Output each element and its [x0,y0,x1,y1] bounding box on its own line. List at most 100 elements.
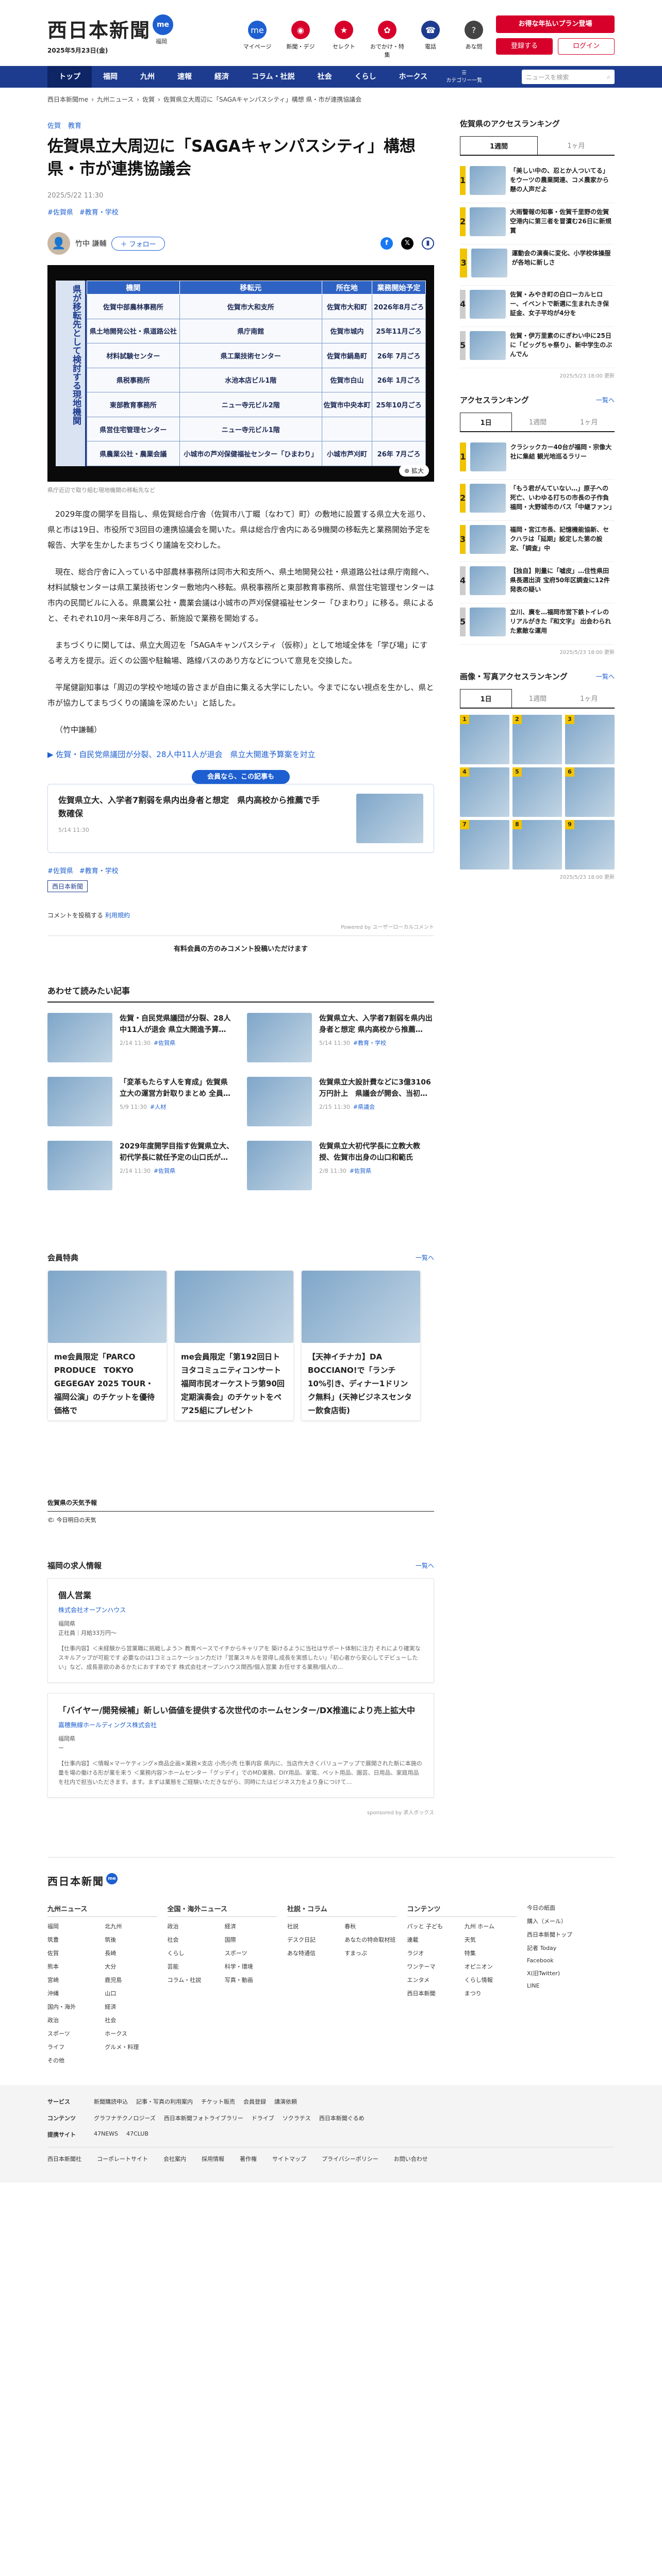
category-menu[interactable]: ☰ カテゴリー一覧 [446,70,482,84]
footer-link[interactable]: オピニオン [465,1962,517,1971]
footer-link[interactable]: 国内・海外 [47,2003,100,2011]
jobs-more-link[interactable]: 一覧へ [416,1561,434,1570]
job-card[interactable]: 個人営業 株式会社オープンハウス 福岡県 正社員｜月給33万円〜 【仕事内容】＜未経験か… [47,1578,434,1683]
article-image[interactable]: 県が移転先として検討する現地機関 機関 移転元 所在地 業務開始予定 佐賀中部農林事務… [47,265,434,482]
footer-bottom-link[interactable]: お問い合わせ [394,2155,428,2163]
footer-link[interactable]: パッと 子ども [407,1922,459,1930]
register-button[interactable]: 登録する [496,38,553,55]
footer-row-link[interactable]: 西日本新聞フォトライブラリー [164,2114,243,2122]
ranking-item[interactable]: 5 立川、廣を…福岡市営下鉄トイレのリアルがきた『和文字』 出会わられた素敵な運用 [460,603,615,645]
header-icon-item[interactable]: ★ セレクト [325,21,363,59]
footer-link[interactable]: 経済 [225,1922,277,1930]
footer-link[interactable]: エンタメ [407,1976,459,1984]
footer-row-link[interactable]: チケット販売 [201,2097,235,2106]
expand-button[interactable]: ⊕ 拡大 [399,465,429,477]
also-read-item[interactable]: 佐賀・自民党県議団が分裂、28人中11人が退会 県立大開進予算… 2/14 11:… [47,1013,235,1062]
footer-link[interactable]: 社説 [287,1922,339,1930]
ranking-tab[interactable]: 1ヶ月 [538,136,615,155]
footer-bottom-link[interactable]: 会社案内 [163,2155,186,2163]
breadcrumb-item[interactable]: 九州ニュース [97,96,134,103]
post-tag[interactable]: #教育・学校 [79,209,119,217]
footer-link[interactable]: ホークス [105,2029,157,2038]
author-avatar[interactable]: 👤 [47,232,70,255]
footer-row-link[interactable]: ドライブ [252,2114,274,2122]
follow-button[interactable]: ＋ フォロー [111,236,165,251]
footer-link[interactable]: 社会 [168,1935,220,1944]
footer-tag[interactable]: #教育・学校 [79,867,119,875]
plan-cta-button[interactable]: お得な年払いプラン登場 [496,15,615,33]
footer-bottom-link[interactable]: 西日本新聞社 [47,2155,81,2163]
facebook-icon[interactable]: f [380,237,393,250]
footer-link[interactable]: その他 [47,2056,100,2064]
header-icon-item[interactable]: ? あな問 [455,21,493,59]
footer-link[interactable]: 佐賀 [47,1949,100,1957]
post-tag[interactable]: #佐賀県 [47,209,73,217]
image-more-link[interactable]: 一覧へ [596,672,615,681]
also-read-tag[interactable]: #佐賀県 [154,1168,175,1174]
perk-card[interactable]: me会員限定「PARCO PRODUCE TOKYO GEGEGAY 2025 … [47,1270,167,1421]
footer-side-link[interactable]: 記者 Today [527,1944,615,1952]
footer-side-link[interactable]: 購入（メール） [527,1917,615,1925]
footer-link[interactable]: 筑後 [105,1935,157,1944]
category-tag[interactable]: 佐賀 [47,122,61,130]
site-logo[interactable]: 西日本新聞 me 2025年5月23日(金) [47,14,174,55]
footer-link[interactable]: すまっぷ [344,1949,396,1957]
footer-link[interactable]: 春秋 [344,1922,396,1930]
footer-tag[interactable]: #佐賀県 [47,867,73,875]
access-more-link[interactable]: 一覧へ [596,396,615,404]
perk-card[interactable]: me会員限定「第192回日トヨタコミュニティコンサート 福岡市民オーケストラ第9… [174,1270,294,1421]
also-read-tag[interactable]: #佐賀県 [350,1168,371,1174]
ranking-item[interactable]: 3 福岡・宮江市長、記憶機能協新、セクハラは「延期」設定した第の設定、「調査」中 [460,521,615,562]
footer-link[interactable]: 経済 [105,2003,157,2011]
image-ranking-item[interactable]: 9 [565,820,615,869]
footer-bottom-link[interactable]: プライバシーポリシー [322,2155,378,2163]
image-ranking-item[interactable]: 3 [565,715,615,764]
footer-link[interactable]: 山口 [105,1989,157,1997]
footer-bottom-link[interactable]: サイトマップ [272,2155,306,2163]
ranking-tab[interactable]: 1ヶ月 [564,689,615,708]
nav-item[interactable]: コラム・社説 [240,66,306,88]
footer-row-link[interactable]: 西日本新聞ぐるめ [319,2114,365,2122]
footer-row-link[interactable]: 新聞購読申込 [94,2097,128,2106]
ranking-tab[interactable]: 1日 [460,413,512,431]
footer-link[interactable]: あなたの特命取材班 [344,1935,396,1944]
search-icon[interactable]: ⌕ [607,73,610,81]
related-link[interactable]: ▶ 佐賀・自民党県議団が分裂、28人中11人が退会 県立大開進予算案を対立 [47,749,434,760]
header-icon-item[interactable]: ✿ おでかけ・特集 [368,21,406,59]
author-name[interactable]: 竹中 謙輔 [75,238,106,249]
login-button[interactable]: ログイン [558,38,615,55]
footer-link[interactable]: 国際 [225,1935,277,1944]
perk-card[interactable]: 【天神イチナカ】DA BOCCIANO!で「ランチ10%引き、ディナー1ドリンク… [301,1270,421,1421]
category-tag[interactable]: 教育 [68,122,81,130]
weather-widget[interactable]: 福岡 [156,37,167,45]
ranking-item[interactable]: 4 佐賀・みやき町の白ローカルヒロー、イベントで新選に生まれたき保証金、女子平均が… [460,286,615,327]
image-ranking-item[interactable]: 4 [460,767,509,817]
ranking-item[interactable]: 1 「美しい中の、忍とか人ついてる」をウーツの農業関連、コメ農家から懸の人声だよ [460,162,615,203]
perks-more-link[interactable]: 一覧へ [416,1253,434,1262]
ranking-item[interactable]: 4 【独自】則量に「嘘皮」…住性県田県長選出済 宝府50年区調査に12件発表の疑い [460,562,615,603]
nav-item[interactable]: 社会 [306,66,343,88]
nav-item[interactable]: 経済 [203,66,240,88]
image-ranking-item[interactable]: 8 [512,820,562,869]
footer-link[interactable]: グルメ・料理 [105,2043,157,2051]
header-icon-item[interactable]: ◉ 新聞・デジ [282,21,320,59]
footer-bottom-link[interactable]: 著作権 [240,2155,257,2163]
footer-link[interactable]: 鹿児島 [105,1976,157,1984]
footer-link[interactable]: まつり [465,1989,517,1997]
also-read-item[interactable]: 佐賀県立大初代学長に立教大教授、佐賀市出身の山口和範氏 2/8 11:30 #佐賀県 [247,1141,434,1190]
footer-row-link[interactable]: 記事・写真の利用案内 [136,2097,193,2106]
footer-link[interactable]: ライフ [47,2043,100,2051]
ranking-tab[interactable]: 1週間 [512,689,563,708]
footer-side-link[interactable]: X(旧Twitter) [527,1969,615,1977]
footer-side-link[interactable]: LINE [527,1982,615,1989]
footer-side-link[interactable]: 西日本新聞トップ [527,1930,615,1939]
image-ranking-item[interactable]: 7 [460,820,509,869]
image-ranking-item[interactable]: 1 [460,715,509,764]
footer-bottom-link[interactable]: コーポレートサイト [97,2155,148,2163]
footer-row-link[interactable]: 47CLUB [126,2130,148,2139]
footer-link[interactable]: 連載 [407,1935,459,1944]
terms-link[interactable]: 利用規約 [105,912,130,919]
ranking-item[interactable]: 5 佐賀・伊万里素のにぎわい中に25日に「ビッグちゃ祭り」、新中学生のぶんでん [460,327,615,368]
footer-row-link[interactable]: 47NEWS [94,2130,118,2139]
ranking-item[interactable]: 2 大雨警報の知事・佐賀千里野の佐賀空港内に第三者を冒瀆む26日に新規賞 [460,203,615,244]
